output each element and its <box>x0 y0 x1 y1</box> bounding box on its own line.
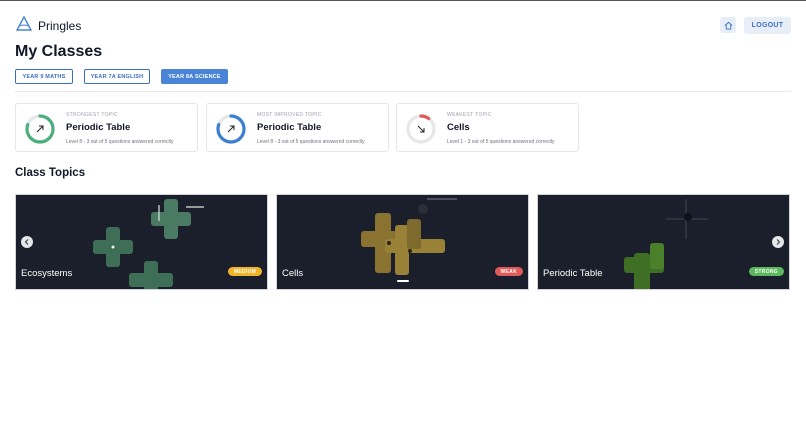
topic-name: Cells <box>282 268 304 279</box>
arrow-down-right-icon <box>417 125 425 133</box>
stat-topic: Periodic Table <box>66 122 131 133</box>
arrow-up-right-icon <box>36 125 44 133</box>
most-improved-topic-card: MOST IMPROVED TOPIC Periodic Table Level… <box>206 103 389 152</box>
topic-card-periodic-table[interactable]: Periodic Table STRONG <box>537 194 790 290</box>
home-button[interactable] <box>720 17 736 33</box>
progress-ring <box>406 114 436 144</box>
topic-strength-badge: STRONG <box>748 267 784 276</box>
stat-kicker: MOST IMPROVED TOPIC <box>257 112 322 118</box>
pringles-logo-icon <box>16 16 32 31</box>
page-title: My Classes <box>15 43 103 60</box>
topic-strength-badge: MEDIUM <box>227 267 262 276</box>
progress-ring <box>25 114 55 144</box>
chevron-left-icon <box>24 239 29 245</box>
home-icon <box>724 21 732 30</box>
stat-detail: Level 8 - 3 out of 5 questions answered … <box>66 139 174 145</box>
chevron-right-icon <box>776 239 781 245</box>
stat-kicker: WEAKEST TOPIC <box>447 112 492 118</box>
tab-year-9-maths[interactable]: YEAR 9 MATHS <box>15 69 73 84</box>
carousel-pager-indicator[interactable] <box>397 280 409 282</box>
strongest-topic-card: STRONGEST TOPIC Periodic Table Level 8 -… <box>15 103 198 152</box>
stat-kicker: STRONGEST TOPIC <box>66 112 119 118</box>
arrow-up-right-icon <box>227 125 235 133</box>
topic-name: Ecosystems <box>21 268 73 279</box>
carousel-next-button[interactable] <box>772 236 784 248</box>
class-topics-title: Class Topics <box>15 167 86 179</box>
tab-year-7a-english[interactable]: YEAR 7A ENGLISH <box>84 69 150 84</box>
weakest-topic-card: WEAKEST TOPIC Cells Level 1 - 3 out of 5… <box>396 103 579 152</box>
progress-ring <box>216 114 246 144</box>
tab-year-8a-science[interactable]: YEAR 8A SCIENCE <box>161 69 228 84</box>
stat-detail: Level 1 - 3 out of 5 questions answered … <box>447 139 555 145</box>
topic-strength-badge: WEAK <box>494 267 523 276</box>
topic-card-ecosystems[interactable]: Ecosystems MEDIUM <box>15 194 268 290</box>
molecule-illustration <box>361 198 457 275</box>
logout-button[interactable]: LOGOUT <box>744 17 791 34</box>
divider <box>15 91 791 92</box>
stat-detail: Level 8 - 3 out of 5 questions answered … <box>257 139 365 145</box>
carousel-prev-button[interactable] <box>21 236 33 248</box>
stat-topic: Cells <box>447 122 470 133</box>
topic-card-cells[interactable]: Cells WEAK <box>276 194 529 290</box>
stat-topic: Periodic Table <box>257 122 322 133</box>
topic-name: Periodic Table <box>543 268 603 279</box>
app-title: Pringles <box>38 19 82 33</box>
app-header: Pringles LOGOUT <box>0 1 806 49</box>
